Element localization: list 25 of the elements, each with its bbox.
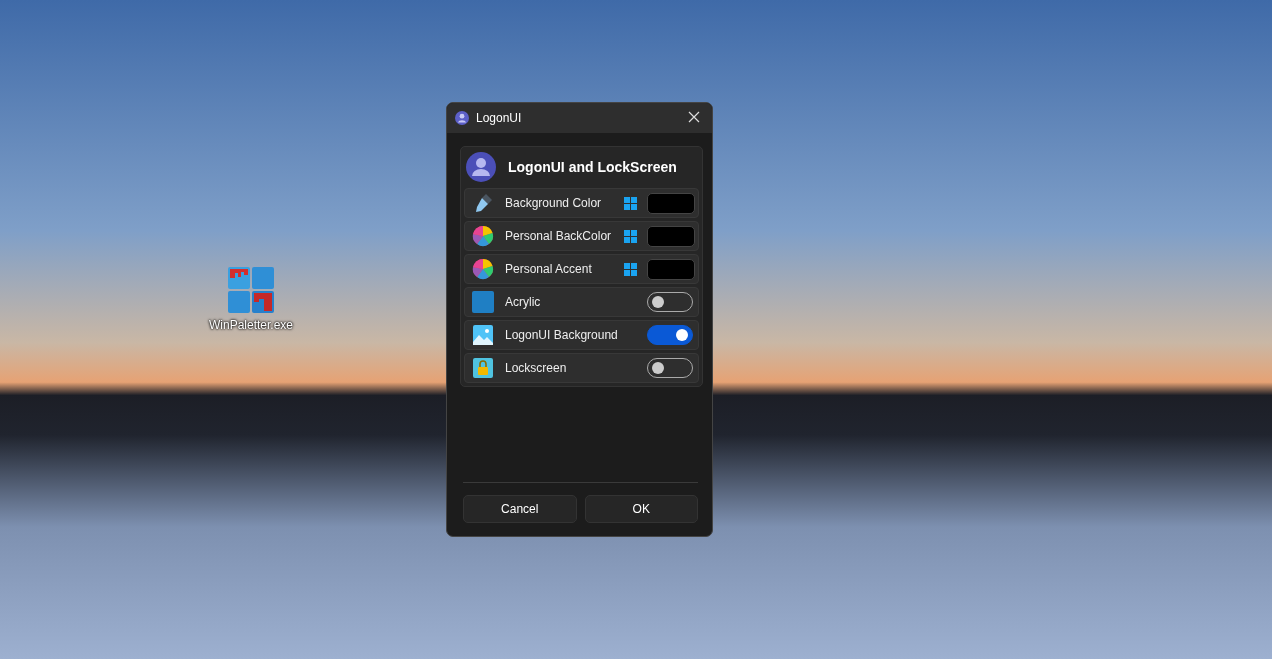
windows-logo-icon [624, 196, 637, 210]
user-avatar-icon [466, 152, 496, 182]
toggle-switch[interactable] [647, 325, 693, 345]
palette-app-icon[interactable] [227, 266, 275, 314]
window-title: LogonUI [476, 111, 523, 125]
picture-icon [473, 325, 493, 345]
setting-label: Acrylic [505, 295, 542, 309]
setting-label: Lockscreen [505, 361, 568, 375]
color-wheel-icon [472, 225, 494, 247]
windows-logo-icon [624, 229, 637, 243]
square-icon [472, 291, 494, 313]
setting-label: Personal BackColor [505, 229, 613, 243]
user-icon [455, 111, 469, 125]
color-wheel-icon [472, 258, 494, 280]
setting-label: Personal Accent [505, 262, 593, 276]
color-swatch[interactable] [647, 258, 695, 280]
color-swatch[interactable] [647, 225, 695, 247]
section-heading: LogonUI and LockScreen [508, 159, 677, 175]
setting-label: Background Color [505, 196, 603, 210]
lock-icon [473, 358, 493, 378]
dialog-button[interactable]: Cancel [463, 495, 577, 523]
setting-label: LogonUI Background [505, 328, 619, 342]
windows-logo-icon [624, 262, 637, 276]
dialog-button[interactable]: OK [584, 495, 698, 523]
color-swatch[interactable] [647, 192, 695, 214]
